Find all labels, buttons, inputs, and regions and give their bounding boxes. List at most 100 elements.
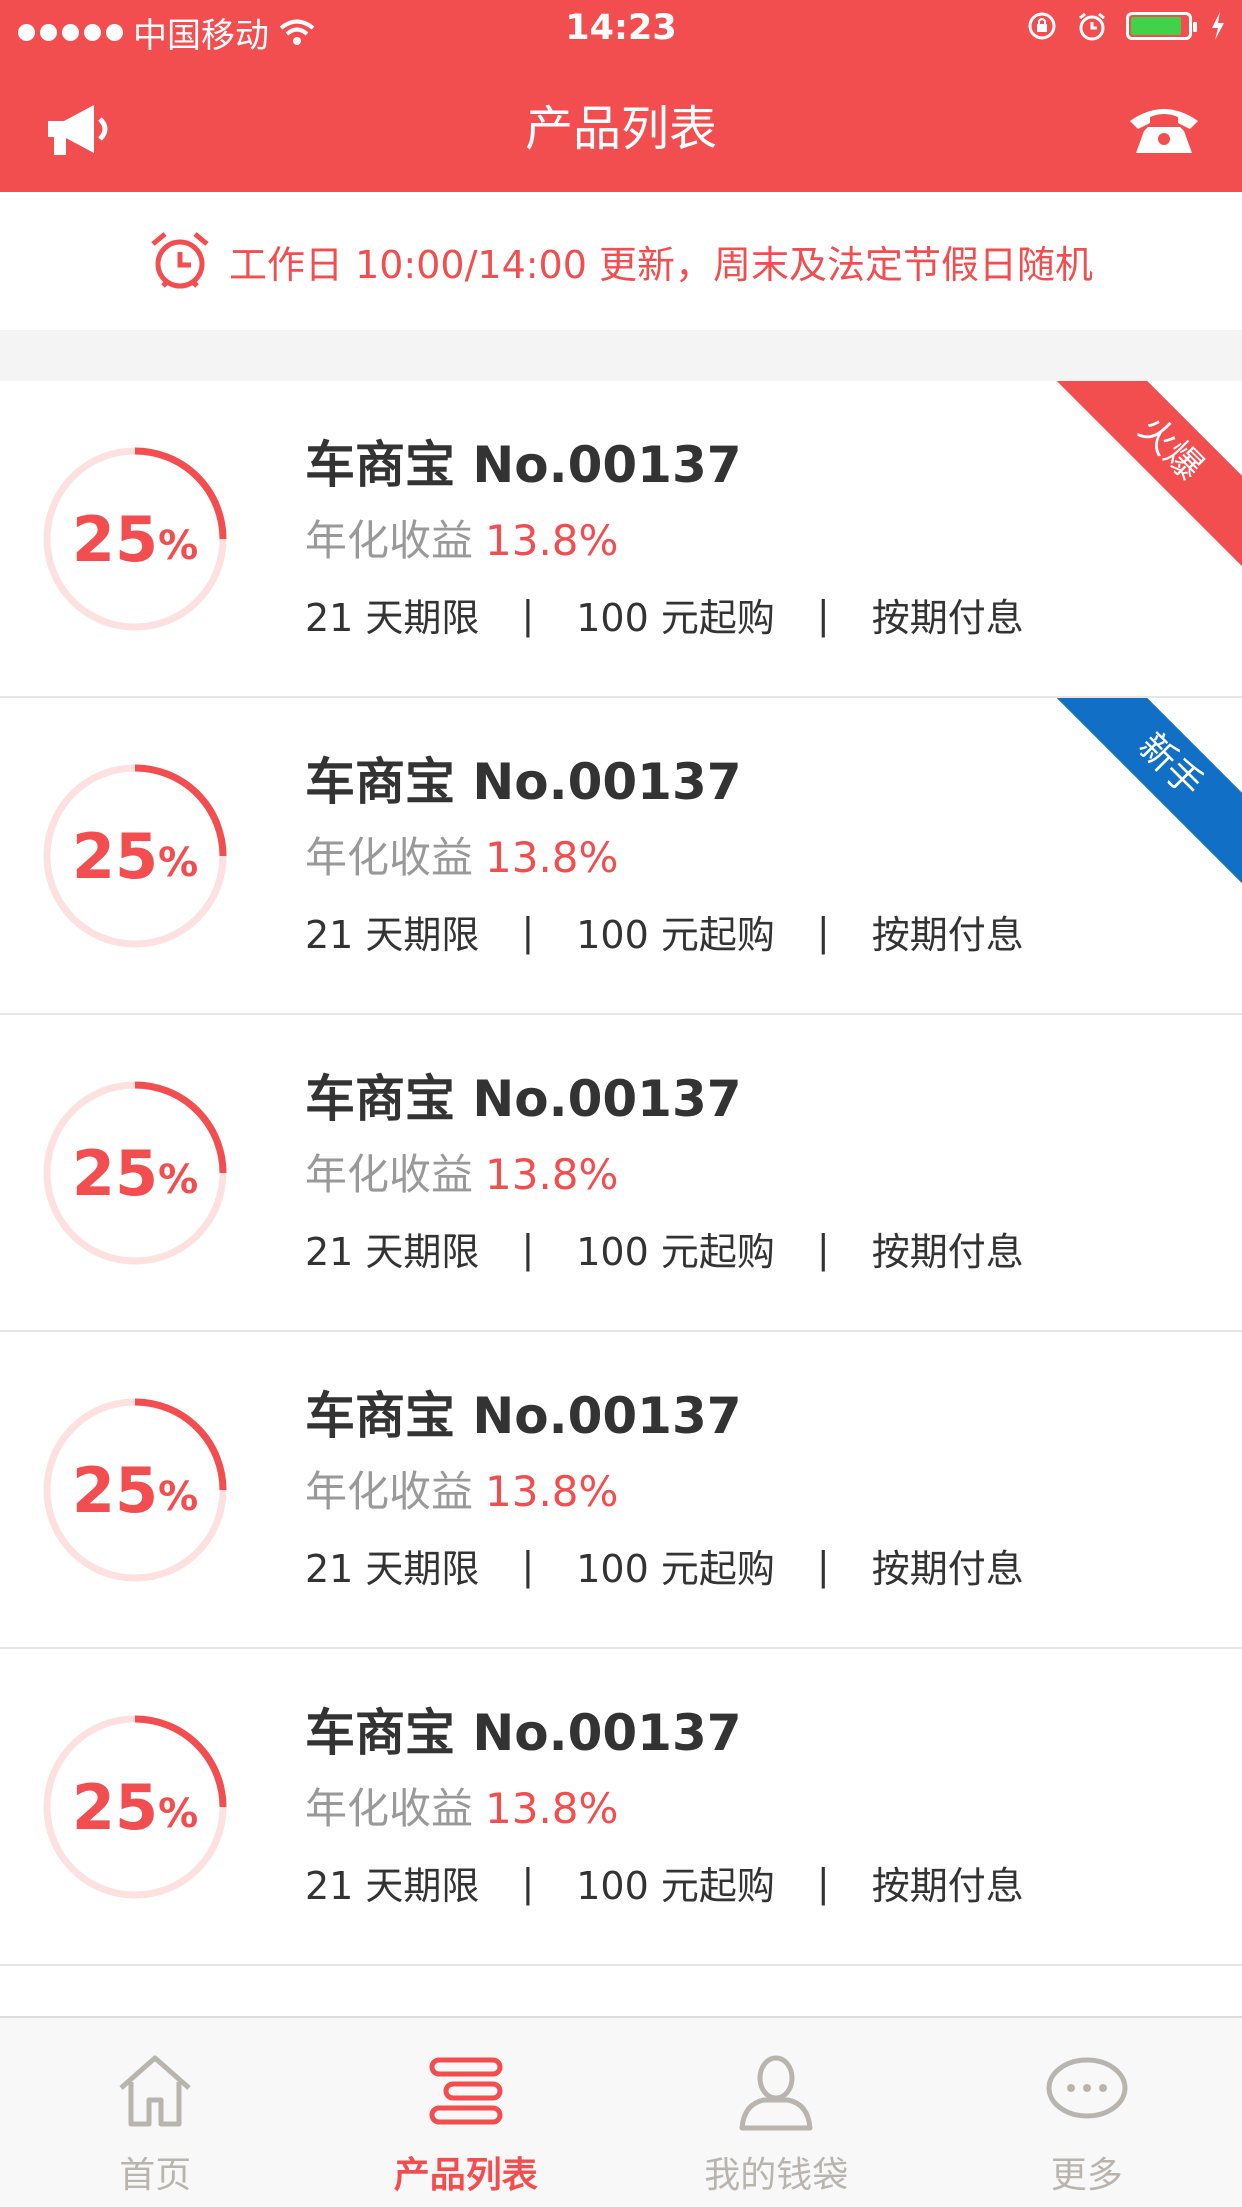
term-text: 21 天期限: [305, 1538, 479, 1593]
tab-products-label: 产品列表: [394, 2146, 538, 2198]
meta-separator: |: [521, 1861, 534, 1905]
progress-ring: 25%: [37, 1709, 233, 1905]
telephone-icon: [1126, 103, 1202, 159]
product-name: 车商宝 No.00137: [305, 1693, 742, 1765]
alarm-status-icon: [1076, 10, 1108, 42]
product-item[interactable]: 25% 车商宝 No.00137 年化收益13.8% 21 天期限 | 100 …: [0, 698, 1242, 1015]
term-text: 21 天期限: [305, 1855, 479, 1910]
tab-more[interactable]: 更多: [932, 2018, 1242, 2207]
product-name: 车商宝 No.00137: [305, 1059, 742, 1131]
product-list: 25% 车商宝 No.00137 年化收益13.8% 21 天期限 | 100 …: [0, 381, 1242, 2066]
status-bar: 中国移动 14:23: [0, 0, 1242, 60]
tab-wallet[interactable]: 我的钱袋: [621, 2018, 932, 2207]
product-yield: 年化收益13.8%: [305, 1458, 618, 1519]
top-bar: 中国移动 14:23: [0, 0, 1242, 192]
product-meta: 21 天期限 | 100 元起购 | 按期付息: [305, 587, 1024, 642]
progress-text: 25%: [37, 1709, 233, 1905]
page-title: 产品列表: [0, 96, 1242, 162]
product-name: 车商宝 No.00137: [305, 425, 742, 497]
min-purchase-text: 100 元起购: [576, 587, 775, 642]
charging-icon: [1210, 12, 1226, 40]
yield-rate: 13.8%: [485, 1784, 618, 1833]
user-icon: [734, 2048, 818, 2132]
progress-text: 25%: [37, 1075, 233, 1271]
more-icon: [1045, 2048, 1129, 2132]
progress-text: 25%: [37, 1392, 233, 1588]
tab-wallet-label: 我的钱袋: [704, 2146, 848, 2198]
payment-method-text: 按期付息: [872, 587, 1024, 642]
list-icon: [424, 2048, 508, 2132]
meta-separator: |: [817, 1861, 830, 1905]
product-yield: 年化收益13.8%: [305, 507, 618, 568]
progress-unit: %: [158, 523, 198, 569]
product-name: 车商宝 No.00137: [305, 1376, 742, 1448]
payment-method-text: 按期付息: [872, 1221, 1024, 1276]
product-yield: 年化收益13.8%: [305, 824, 618, 885]
progress-value: 25: [72, 503, 158, 576]
min-purchase-text: 100 元起购: [576, 904, 775, 959]
meta-separator: |: [817, 1227, 830, 1271]
term-text: 21 天期限: [305, 904, 479, 959]
product-item[interactable]: 25% 车商宝 No.00137 年化收益13.8% 21 天期限 | 100 …: [0, 1015, 1242, 1332]
tab-home[interactable]: 首页: [0, 2018, 311, 2207]
product-item[interactable]: 25% 车商宝 No.00137 年化收益13.8% 21 天期限 | 100 …: [0, 381, 1242, 698]
payment-method-text: 按期付息: [872, 1538, 1024, 1593]
progress-value: 25: [72, 1137, 158, 1210]
product-meta: 21 天期限 | 100 元起购 | 按期付息: [305, 1538, 1024, 1593]
yield-rate: 13.8%: [485, 516, 618, 565]
yield-label: 年化收益: [305, 1467, 473, 1516]
product-item[interactable]: 25% 车商宝 No.00137 年化收益13.8% 21 天期限 | 100 …: [0, 1332, 1242, 1649]
product-meta: 21 天期限 | 100 元起购 | 按期付息: [305, 1221, 1024, 1276]
progress-value: 25: [72, 1454, 158, 1527]
home-icon: [113, 2048, 197, 2132]
tab-bar: 首页 产品列表 我的钱袋 更多: [0, 2016, 1242, 2207]
progress-ring: 25%: [37, 758, 233, 954]
yield-label: 年化收益: [305, 1784, 473, 1833]
progress-unit: %: [158, 1157, 198, 1203]
product-meta: 21 天期限 | 100 元起购 | 按期付息: [305, 1855, 1024, 1910]
progress-ring: 25%: [37, 441, 233, 637]
min-purchase-text: 100 元起购: [576, 1221, 775, 1276]
hot-tag-ribbon: 火爆: [1034, 381, 1242, 585]
battery-icon: [1126, 12, 1192, 40]
progress-value: 25: [72, 1771, 158, 1844]
payment-method-text: 按期付息: [872, 1855, 1024, 1910]
product-yield: 年化收益13.8%: [305, 1775, 618, 1836]
yield-rate: 13.8%: [485, 1467, 618, 1516]
min-purchase-text: 100 元起购: [576, 1538, 775, 1593]
meta-separator: |: [521, 1544, 534, 1588]
meta-separator: |: [521, 910, 534, 954]
notice-text: 工作日 10:00/14:00 更新，周末及法定节假日随机: [229, 234, 1093, 289]
progress-text: 25%: [37, 441, 233, 637]
yield-label: 年化收益: [305, 516, 473, 565]
product-item[interactable]: 25% 车商宝 No.00137 年化收益13.8% 21 天期限 | 100 …: [0, 1649, 1242, 1966]
yield-rate: 13.8%: [485, 1150, 618, 1199]
term-text: 21 天期限: [305, 587, 479, 642]
progress-unit: %: [158, 1791, 198, 1837]
product-name: 车商宝 No.00137: [305, 742, 742, 814]
new-tag-ribbon: 新手: [1034, 698, 1242, 902]
yield-label: 年化收益: [305, 1150, 473, 1199]
product-meta: 21 天期限 | 100 元起购 | 按期付息: [305, 904, 1024, 959]
meta-separator: |: [817, 593, 830, 637]
tab-products[interactable]: 产品列表: [311, 2018, 622, 2207]
meta-separator: |: [521, 593, 534, 637]
progress-value: 25: [72, 820, 158, 893]
status-right: [1026, 10, 1226, 42]
payment-method-text: 按期付息: [872, 904, 1024, 959]
product-yield: 年化收益13.8%: [305, 1141, 618, 1202]
progress-text: 25%: [37, 758, 233, 954]
tab-more-label: 更多: [1051, 2146, 1123, 2198]
alarm-clock-icon: [149, 230, 211, 292]
progress-ring: 25%: [37, 1075, 233, 1271]
meta-separator: |: [521, 1227, 534, 1271]
battery-fill: [1131, 17, 1181, 35]
progress-ring: 25%: [37, 1392, 233, 1588]
progress-unit: %: [158, 840, 198, 886]
min-purchase-text: 100 元起购: [576, 1855, 775, 1910]
contact-phone-button[interactable]: [1124, 96, 1204, 166]
yield-rate: 13.8%: [485, 833, 618, 882]
term-text: 21 天期限: [305, 1221, 479, 1276]
meta-separator: |: [817, 910, 830, 954]
tab-home-label: 首页: [119, 2146, 191, 2198]
